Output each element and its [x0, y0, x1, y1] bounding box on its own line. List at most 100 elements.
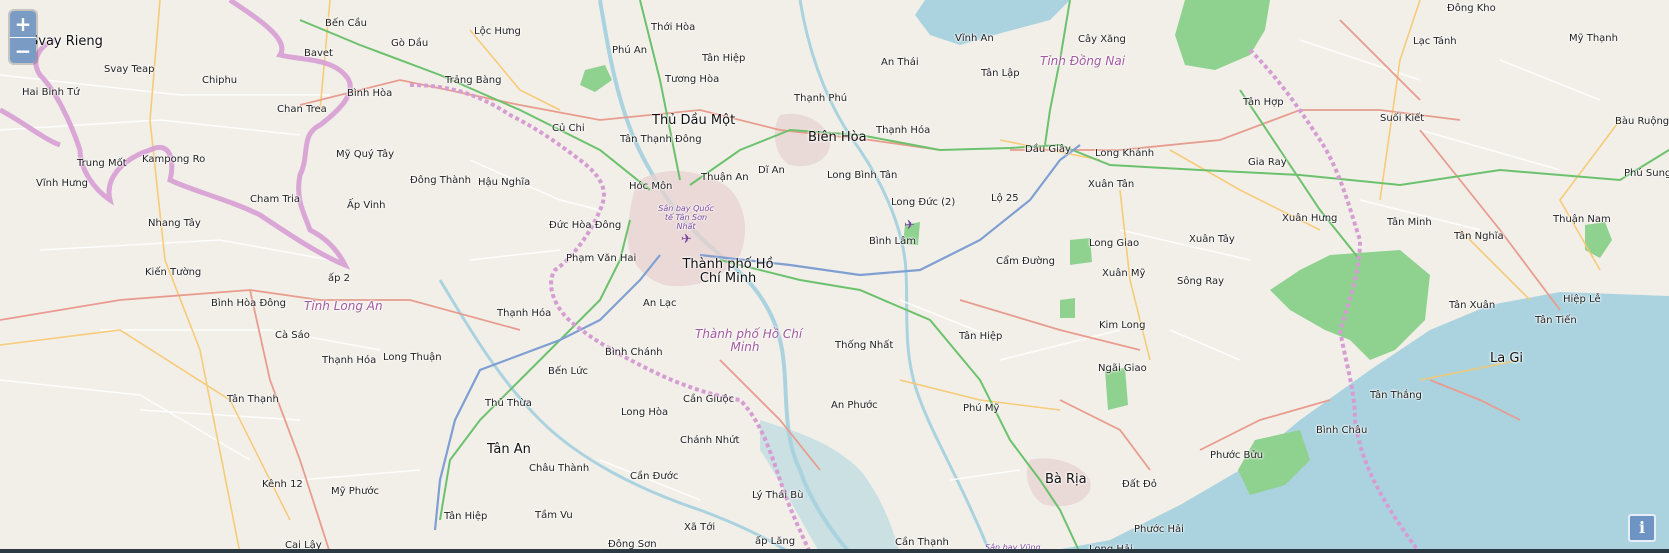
forest-small4 [1105, 368, 1128, 410]
city-la-gi: La Gi [1490, 351, 1524, 366]
place-label: Thạnh Hóa [322, 355, 377, 366]
place-label: Tầm Vu [535, 510, 573, 521]
place-label: Bến Lức [548, 366, 588, 377]
place-label: Long Hòa [621, 407, 669, 418]
region-long-an: Tỉnh Long An [304, 299, 383, 313]
place-label: Trung Mốt [77, 158, 127, 169]
info-button[interactable]: i [1628, 514, 1656, 542]
place-label: Lý Thái Bù [752, 490, 804, 501]
place-label: Gò Dầu [391, 38, 429, 49]
place-label: Mỹ Quý Tây [336, 149, 395, 160]
place-label: Hậu Nghĩa [478, 177, 531, 188]
place-label: Tân Xuân [1449, 300, 1496, 311]
place-label: Kim Long [1099, 320, 1146, 331]
place-label: Tân Hiệp [959, 331, 1003, 342]
place-label: Gia Ray [1248, 157, 1287, 168]
place-label: Long Đức (2) [891, 197, 956, 208]
place-label: Củ Chi [552, 123, 585, 134]
airport-icon: ✈ [681, 232, 692, 247]
forest-small6 [1060, 298, 1075, 318]
place-label: Xuân Mỹ [1102, 268, 1146, 279]
place-label: Phú Sung [1624, 168, 1669, 179]
place-label: Tân Lập [981, 68, 1020, 79]
place-label: Chánh Nhứt [680, 435, 740, 446]
city-hcmc-line2: Chí Minh [699, 271, 757, 286]
place-label: Xuân Tân [1088, 179, 1135, 190]
airport-tsn-label: Sân bay Quốc tế Tân Sơn Nhất [656, 204, 716, 231]
place-label: Mỹ Phước [331, 486, 380, 497]
place-label: An Thái [881, 57, 919, 68]
place-label: Long Thuận [383, 352, 442, 363]
place-label: Đông Thành [410, 175, 471, 186]
place-label: Thuận An [701, 172, 749, 183]
place-label: Kênh 12 [262, 479, 303, 490]
border-province [409, 83, 812, 553]
place-label: Long Giao [1089, 238, 1140, 249]
place-label: Sông Ray [1177, 276, 1225, 287]
place-label: Hóc Môn [629, 181, 673, 192]
place-label: Hai Binh Tứ [22, 87, 80, 98]
place-label: Cham Tria [250, 194, 301, 205]
city-thu-dau-mot: Thủ Dầu Một [652, 113, 736, 128]
place-label: Bình Chánh [605, 347, 663, 358]
zoom-control: + − [10, 11, 36, 63]
place-label: Mỹ Thạnh [1569, 33, 1618, 44]
place-label: Đất Đỏ [1122, 479, 1157, 490]
place-label: Cần Đước [630, 471, 679, 482]
place-label: Xuân Tây [1189, 234, 1235, 245]
place-label: Bình Lâm [869, 236, 916, 247]
place-label: Đông Kho [1447, 3, 1496, 14]
place-label: Svay Teap [104, 64, 155, 75]
place-label: Vĩnh An [955, 33, 994, 44]
forest-small2 [1585, 222, 1612, 258]
place-label: Xuân Hưng [1282, 213, 1338, 224]
region-hcmc-line2: Minh [730, 340, 760, 354]
place-label: Kampong Ro [142, 154, 206, 165]
place-label: Châu Thành [529, 463, 590, 474]
place-label: Cà Sáo [275, 330, 310, 341]
place-label: Bavet [304, 48, 333, 59]
place-label: ấp Lăng [755, 536, 796, 547]
place-label: Suối Kiết [1380, 113, 1425, 124]
place-label: Thạnh Hóa [876, 125, 931, 136]
place-label: Tân Hiệp [444, 511, 488, 522]
city-hcmc: Thành phố Hồ Chí Minh [673, 258, 783, 286]
place-label: Dĩ An [758, 165, 785, 176]
place-label: Ngãi Giao [1098, 363, 1147, 374]
region-hcmc: Thành phố Hồ Chí Minh [695, 328, 802, 354]
place-label: Bình Hòa Đông [211, 298, 286, 309]
place-label: Thống Nhất [835, 340, 894, 351]
place-label: Tân Hợp [1243, 97, 1284, 108]
place-label: Cần Thạnh [895, 537, 949, 548]
city-tan-an: Tân An [487, 442, 531, 457]
map-tiles [0, 0, 1669, 553]
place-label: Phạm Văn Hai [566, 253, 637, 264]
place-label: An Lạc [643, 298, 677, 309]
place-label: Vĩnh Hưng [36, 178, 89, 189]
place-label: Lạc Tánh [1413, 36, 1457, 47]
place-label: Chiphu [202, 75, 238, 86]
place-label: Đức Hòa Đông [549, 220, 622, 231]
place-label: Cây Xăng [1078, 34, 1126, 45]
place-label: Bình Châu [1316, 425, 1368, 436]
place-label: ấp 2 [328, 273, 351, 284]
city-bien-hoa: Biên Hòa [808, 130, 867, 145]
place-label: Phước Hải [1134, 524, 1184, 535]
place-label: Chan Trea [277, 104, 327, 115]
place-label: Tương Hòa [665, 74, 720, 85]
airport-tsn-line1: Sân bay Quốc [658, 204, 714, 213]
place-label: Dầu Giây [1025, 144, 1071, 155]
map-canvas[interactable]: ✈ ✈ Thành phố Hồ Chí Minh Biên Hòa Thủ D… [0, 0, 1669, 553]
airport-tsn-line3: Nhất [676, 222, 696, 231]
place-label: Long Bình Tân [827, 170, 898, 181]
place-label: Tân Thạnh Đông [620, 134, 702, 145]
place-label: Thủ Thừa [485, 398, 532, 409]
zoom-out-button[interactable]: − [10, 37, 36, 63]
place-label: Thới Hòa [651, 22, 696, 33]
city-svay-rieng: Svay Rieng [30, 34, 103, 49]
place-label: Thuận Nam [1553, 214, 1611, 225]
place-label: Long Khánh [1095, 148, 1155, 159]
city-hcmc-line1: Thành phố Hồ [682, 257, 774, 272]
place-label: Phú Mỹ [963, 403, 1000, 414]
zoom-in-button[interactable]: + [10, 11, 36, 37]
